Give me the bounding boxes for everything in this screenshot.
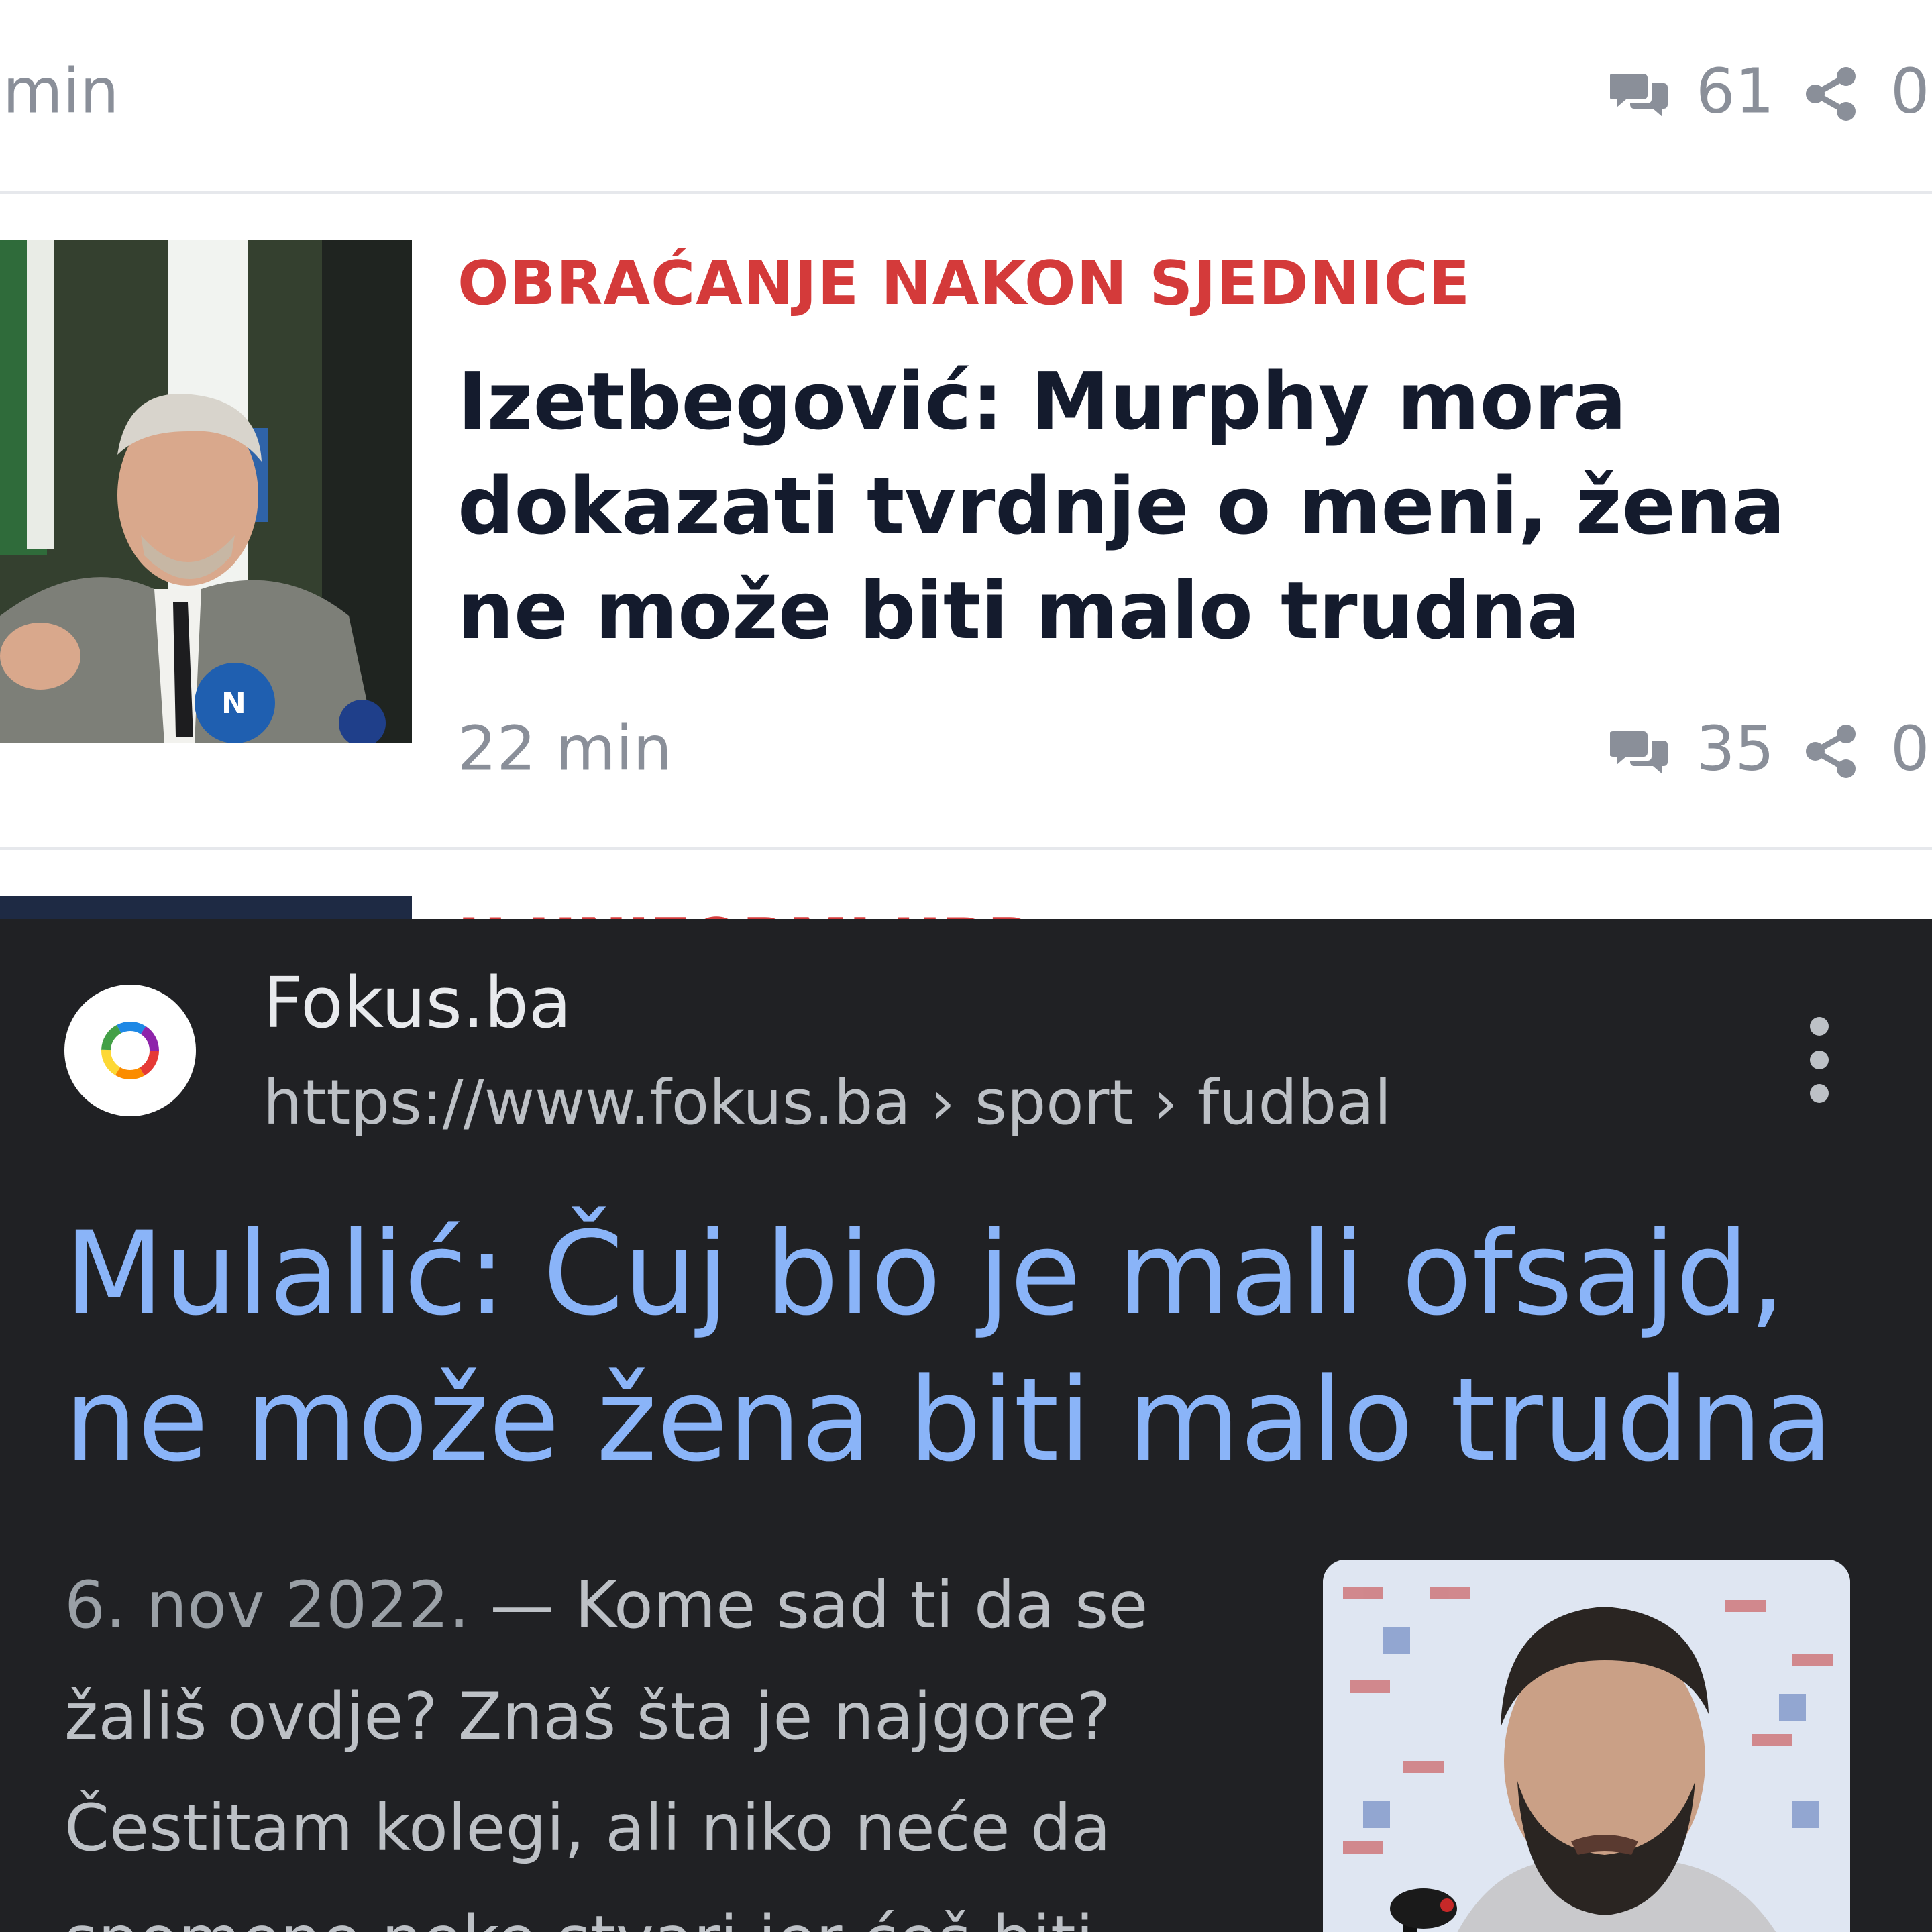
- share-icon[interactable]: [1803, 66, 1860, 122]
- share-count: 0: [1890, 712, 1930, 785]
- article-kicker[interactable]: U UNIFORMI UBRA A: [458, 911, 1021, 919]
- article-time: min: [3, 55, 119, 127]
- more-vert-icon[interactable]: [1799, 1013, 1839, 1107]
- divider: [0, 847, 1932, 850]
- article-kicker-text: U UNIFORMI UBRA A: [458, 911, 1021, 919]
- site-url[interactable]: https://www.fokus.ba › sport › fudbal: [263, 1067, 1391, 1138]
- article-stats: 61 0: [1610, 44, 1932, 138]
- search-result-card[interactable]: Fokus.ba https://www.fokus.ba › sport › …: [0, 919, 1932, 1932]
- article-time: 22 min: [458, 712, 672, 785]
- result-date: 6. nov 2022.: [64, 1568, 470, 1643]
- news-feed: min 61 0 N OBRAĆANJE NAKON SJEDNICE Izet…: [0, 0, 1932, 919]
- article-thumbnail[interactable]: [0, 896, 412, 919]
- site-logo-icon: [101, 1022, 159, 1079]
- result-title-link[interactable]: Mulalić: Čuj bio je mali ofsajd, ne može…: [64, 1201, 1889, 1493]
- site-logo[interactable]: [64, 985, 196, 1116]
- site-name[interactable]: Fokus.ba: [263, 962, 572, 1044]
- share-count: 0: [1890, 55, 1930, 127]
- comment-icon[interactable]: [1610, 727, 1669, 778]
- result-thumbnail[interactable]: [1323, 1560, 1850, 1932]
- prev-article-meta: min 61 0: [0, 44, 1932, 138]
- comment-count: 35: [1696, 712, 1775, 785]
- result-snippet: 6. nov 2022. — Kome sad ti da se žališ o…: [64, 1550, 1292, 1932]
- article-meta: 22 min 35 0: [0, 702, 1932, 796]
- article-card[interactable]: N OBRAĆANJE NAKON SJEDNICE Izetbegović: …: [0, 195, 1932, 845]
- article-headline[interactable]: Izetbegović: Murphy mora dokazati tvrdnj…: [458, 349, 1900, 663]
- article-kicker[interactable]: OBRAĆANJE NAKON SJEDNICE: [458, 248, 1470, 319]
- divider: [0, 191, 1932, 194]
- comment-count: 61: [1696, 55, 1775, 127]
- share-icon[interactable]: [1803, 723, 1860, 780]
- article-thumbnail[interactable]: N: [0, 240, 412, 743]
- article-stats: 35 0: [1610, 702, 1932, 796]
- article-card-partial[interactable]: U UNIFORMI UBRA A: [0, 896, 1932, 919]
- comment-icon[interactable]: [1610, 70, 1669, 121]
